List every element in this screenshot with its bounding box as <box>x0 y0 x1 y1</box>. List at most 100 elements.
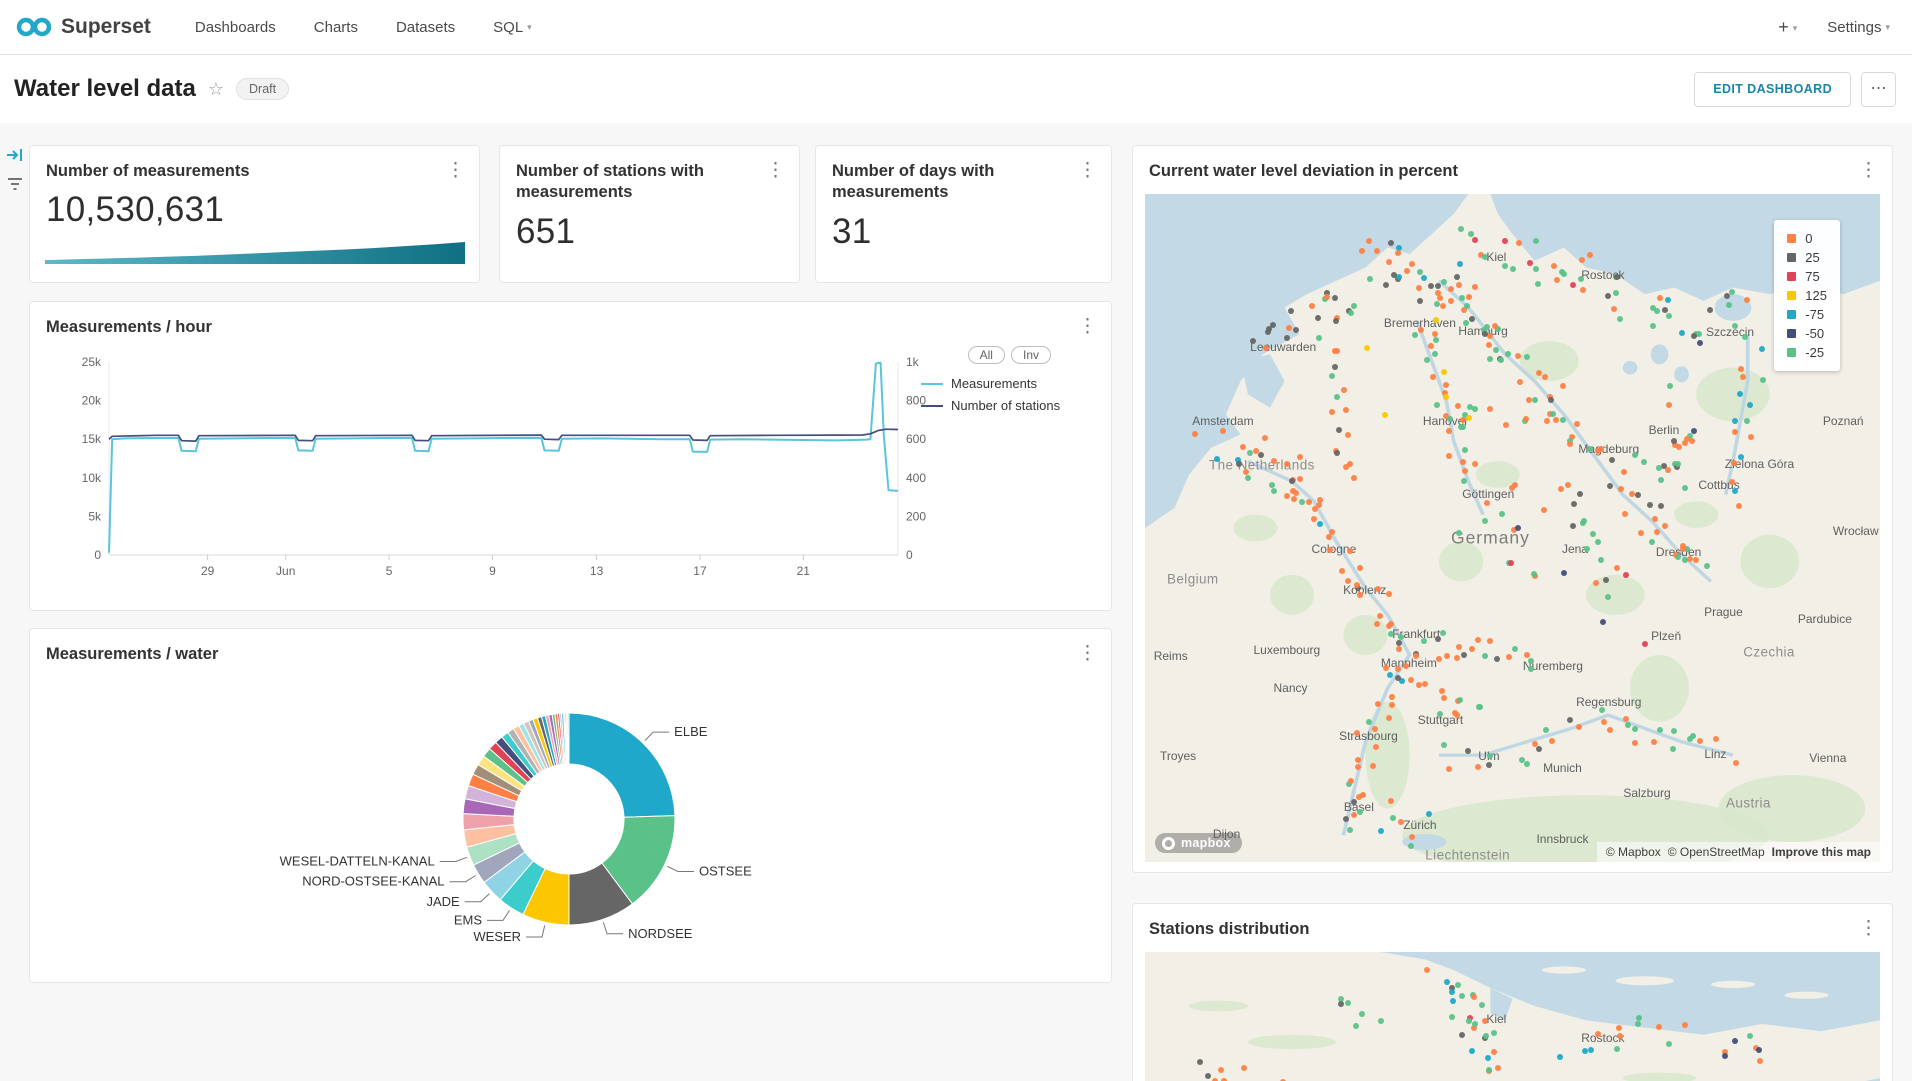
kebab-menu-icon[interactable]: ⋮ <box>1072 314 1103 339</box>
big-number-card-measurements: Number of measurements ⋮ 10,530,631 <box>29 145 480 283</box>
station-dot <box>1263 345 1269 351</box>
station-dot <box>1391 272 1397 278</box>
station-dot <box>1565 482 1571 488</box>
legend-label: 25 <box>1805 250 1819 265</box>
chart-title: Current water level deviation in percent <box>1149 161 1500 182</box>
mapbox-attribution-link[interactable]: © Mapbox <box>1606 845 1661 859</box>
station-dot <box>1460 424 1466 430</box>
station-dot <box>1220 428 1226 434</box>
station-dot <box>1433 337 1439 343</box>
station-dot <box>1413 653 1419 659</box>
station-dot <box>1353 1023 1359 1029</box>
station-dot <box>1435 636 1441 642</box>
station-dot <box>1614 274 1620 280</box>
station-dot <box>1571 501 1577 507</box>
station-dot <box>1472 237 1478 243</box>
station-dot <box>1351 303 1357 309</box>
station-dot <box>1666 402 1672 408</box>
station-dot <box>1726 302 1732 308</box>
station-dot <box>1284 335 1290 341</box>
kebab-menu-icon[interactable]: ⋮ <box>1072 641 1103 666</box>
station-dot <box>1403 663 1409 669</box>
legend-label: -25 <box>1805 345 1824 360</box>
map-country-label: Liechtenstein <box>1425 848 1510 862</box>
favorite-star-icon[interactable]: ☆ <box>208 79 224 100</box>
station-dot <box>1286 325 1292 331</box>
big-number-value: 10,530,631 <box>46 190 224 230</box>
station-dot <box>1667 383 1673 389</box>
chevron-down-icon: ▾ <box>1793 23 1798 33</box>
map-legend-item: -50 <box>1787 324 1827 343</box>
map-city-label: Reims <box>1154 649 1188 663</box>
station-dot <box>1241 1065 1247 1071</box>
legend-item[interactable]: Number of stations <box>921 398 1097 413</box>
toggle-all-button[interactable]: All <box>968 346 1005 364</box>
station-dot <box>1533 266 1539 272</box>
map-legend-item: 0 <box>1787 229 1827 248</box>
station-dot <box>1386 591 1392 597</box>
map-city-label: Pardubice <box>1798 612 1852 626</box>
filter-bar-button[interactable] <box>6 176 24 197</box>
station-dot <box>1447 416 1453 422</box>
station-dot <box>1670 746 1676 752</box>
expand-filter-bar-button[interactable] <box>6 147 24 168</box>
station-dot <box>1691 333 1697 339</box>
station-dot <box>1656 1024 1662 1030</box>
brand[interactable]: Superset <box>16 15 151 39</box>
station-dot <box>1543 727 1549 733</box>
station-dot <box>1588 1047 1594 1053</box>
station-dot <box>1339 568 1345 574</box>
osm-attribution-link[interactable]: © OpenStreetMap <box>1668 845 1765 859</box>
station-dot <box>1351 799 1357 805</box>
main-nav: Dashboards Charts Datasets SQL▾ <box>195 19 532 36</box>
legend-item[interactable]: Measurements <box>921 376 1097 391</box>
station-dot <box>1417 298 1423 304</box>
kebab-menu-icon[interactable]: ⋮ <box>1853 916 1884 941</box>
station-dot <box>1671 438 1677 444</box>
station-dot <box>1348 778 1354 784</box>
nav-item-dashboards[interactable]: Dashboards <box>195 19 276 36</box>
station-dot <box>1636 1015 1642 1021</box>
station-dot <box>1707 307 1713 313</box>
station-dot <box>1469 316 1475 322</box>
edit-dashboard-button[interactable]: EDIT DASHBOARD <box>1694 72 1851 107</box>
station-dot <box>1487 753 1493 759</box>
improve-map-link[interactable]: Improve this map <box>1772 845 1871 859</box>
station-dot <box>1456 644 1462 650</box>
legend-swatch <box>921 383 943 385</box>
station-dot <box>1697 738 1703 744</box>
toggle-inv-button[interactable]: Inv <box>1011 346 1051 364</box>
mapbox-logo[interactable]: mapbox <box>1155 833 1242 853</box>
station-dot <box>1599 707 1605 713</box>
station-dot <box>1299 499 1305 505</box>
new-item-button[interactable]: +▾ <box>1778 17 1797 38</box>
station-dot <box>1421 275 1427 281</box>
station-dot <box>1316 335 1322 341</box>
station-dot <box>1494 656 1500 662</box>
station-dot <box>1632 726 1638 732</box>
svg-text:600: 600 <box>906 432 926 446</box>
chart-card-stations-distribution: Stations distribution ⋮ KielRostock <box>1132 903 1893 1081</box>
station-dot <box>1732 418 1738 424</box>
kebab-menu-icon[interactable]: ⋮ <box>1853 158 1884 183</box>
kebab-menu-icon[interactable]: ⋮ <box>760 158 791 183</box>
kebab-menu-icon[interactable]: ⋮ <box>440 158 471 183</box>
deviation-map[interactable]: 02575125-75-50-25 mapbox © Mapbox © Open… <box>1145 194 1880 862</box>
station-dot <box>1435 290 1441 296</box>
svg-text:0: 0 <box>94 548 101 562</box>
station-dot <box>1603 577 1609 583</box>
kebab-menu-icon[interactable]: ⋮ <box>1072 158 1103 183</box>
station-dot <box>1570 282 1576 288</box>
svg-text:20k: 20k <box>82 394 102 408</box>
station-dot <box>1744 418 1750 424</box>
settings-menu[interactable]: Settings▾ <box>1827 19 1890 36</box>
more-options-button[interactable]: ⋯ <box>1861 72 1896 107</box>
station-dot <box>1375 701 1381 707</box>
nav-item-datasets[interactable]: Datasets <box>396 19 455 36</box>
nav-item-sql[interactable]: SQL▾ <box>493 19 532 36</box>
station-dot <box>1218 1067 1224 1073</box>
stations-map[interactable]: KielRostock <box>1145 952 1880 1081</box>
nav-item-charts[interactable]: Charts <box>314 19 358 36</box>
station-dot <box>1544 418 1550 424</box>
legend-swatch <box>1787 234 1796 243</box>
